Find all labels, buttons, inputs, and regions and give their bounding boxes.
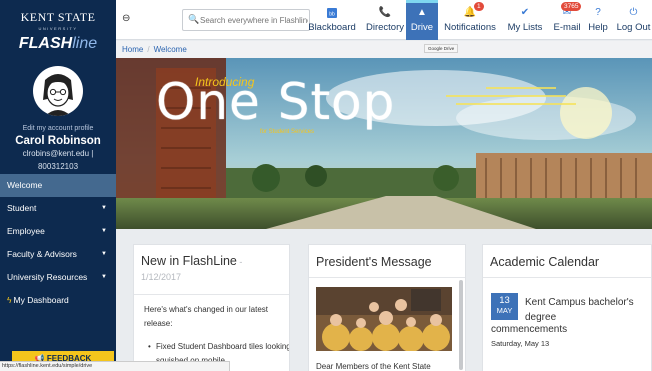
calendar-month: MAY [496,306,513,315]
sidebar-item-my-dashboard[interactable]: ϟ My Dashboard [0,289,116,312]
calendar-event-title[interactable]: Kent Campus bachelor's degree [525,295,643,325]
breadcrumb-separator: / [147,45,150,54]
caret-down-icon: ▼ [101,251,107,257]
kent-state-sub: UNIVERSITY [38,26,78,31]
nav-help[interactable]: ? Help [585,0,611,40]
nav-email[interactable]: ✉ 3765 E-mail [550,0,584,40]
search-box: 🔍 [182,9,310,31]
breadcrumb-current[interactable]: Welcome [154,45,187,54]
nav-label: Log Out [616,22,651,33]
breadcrumb-home[interactable]: Home [122,45,143,54]
nav-my-lists[interactable]: ✔ My Lists [502,0,548,40]
nav-label: Blackboard [308,22,356,33]
nav-drive[interactable]: ▲ Drive [406,0,438,40]
sidebar-item-label: University Resources [7,272,88,282]
blackboard-icon: bb [306,7,358,19]
sidebar-item-label: Employee [7,226,45,236]
nav-label: Directory [365,22,404,33]
kent-state-wordmark: KENT STATE [20,10,96,24]
bullet: • [148,342,151,351]
search-input[interactable] [200,13,308,28]
avatar-illustration [43,74,73,116]
banner-title: One Stop [156,73,396,131]
sidebar-nav: Welcome Student ▼ Employee ▼ Faculty & Adv… [0,174,116,312]
presidents-message-card: President's Message Dear Members of the … [308,244,466,371]
caret-down-icon: ▼ [101,205,107,211]
calendar-event-date: Saturday, May 13 [491,339,550,348]
banner-subtitle: for Student Services [260,129,315,135]
nav-label: E-mail [553,22,581,33]
academic-calendar-card: Academic Calendar 13 MAY Kent Campus bac… [482,244,652,371]
new-card-title-text: New in FlashLine [141,254,237,268]
user-email: clrobins@kent.edu | [22,149,94,158]
phone-icon: 📞 [378,7,392,18]
president-card-text: Dear Members of the Kent State [316,362,431,371]
nav-directory[interactable]: 📞 Directory [361,0,409,40]
sidebar-item-welcome[interactable]: Welcome [0,174,116,197]
sidebar-item-label: Welcome [7,180,43,190]
card-divider [483,277,651,278]
caret-down-icon: ▼ [101,274,107,280]
line-text: line [72,35,98,52]
nav-label: Help [588,22,608,33]
sidebar-item-label: My Dashboard [13,295,69,305]
sidebar-item-faculty-advisors[interactable]: Faculty & Advisors ▼ [0,243,116,266]
lightning-icon: ϟ [7,295,12,305]
new-card-title-sep: - [236,257,243,267]
user-id: 800312103 [37,162,79,171]
new-in-flashline-card: New in FlashLine - 1/12/2017 Here's what… [133,244,290,371]
menu-toggle-icon[interactable]: ⊖ [122,13,130,24]
user-name: Carol Robinson [15,135,101,147]
drive-icon: ▲ [417,7,427,18]
avatar[interactable] [33,66,83,116]
sidebar-item-university-resources[interactable]: University Resources ▼ [0,266,116,289]
sidebar-item-label: Student [7,203,37,213]
edit-profile-link[interactable]: Edit my account profile [0,125,116,132]
notifications-badge: 1 [474,2,484,11]
sidebar-item-employee[interactable]: Employee ▼ [0,220,116,243]
nav-label: Drive [410,22,434,33]
nav-label: My Lists [507,22,543,33]
hero-banner[interactable]: Introducing One Stop for Student Service… [116,58,652,229]
drive-tooltip: Google Drive [424,44,459,53]
nav-blackboard[interactable]: bb Blackboard [306,0,358,40]
email-badge: 3765 [561,2,582,11]
search-icon: 🔍 [188,14,200,24]
caret-down-icon: ▼ [101,228,107,234]
president-photo[interactable] [316,287,452,351]
new-card-text: Here's what's changed in our latest rele… [144,305,269,328]
sidebar-item-student[interactable]: Student ▼ [0,197,116,220]
card-divider [309,277,465,278]
nav-label: Notifications [444,22,496,33]
card-divider [134,294,289,295]
new-card-date: 1/12/2017 [141,272,182,282]
sidebar: KENT STATE UNIVERSITY FLASHline Edit my … [0,0,116,371]
flashline-logo[interactable]: KENT STATE UNIVERSITY FLASHline [0,0,116,62]
flashline-wordmark: FLASHline [0,35,116,53]
new-card-title: New in FlashLine - 1/12/2017 [141,254,289,284]
help-icon: ? [595,7,601,18]
nav-log-out[interactable]: ⏻ Log Out [615,0,652,40]
calendar-event-title-cont[interactable]: commencements [491,324,567,335]
sidebar-item-label: Faculty & Advisors [7,249,77,259]
breadcrumb: Home / Welcome [116,41,652,58]
nav-notifications[interactable]: 🔔 1 Notifications [440,0,500,40]
calendar-card-title: Academic Calendar [490,255,600,269]
president-card-title: President's Message [316,255,432,269]
scrollbar[interactable] [459,280,463,370]
calendar-day: 13 [499,295,510,306]
blackboard-icon-text: bb [329,12,335,18]
flash-text: FLASH [18,35,73,52]
check-icon: ✔ [520,7,530,18]
browser-status-bar: https://flashline.kent.edu/simple/drive [0,361,230,371]
power-icon: ⏻ [629,7,638,18]
top-bar: ⊖ 🔍 bb Blackboard 📞 Directory ▲ Drive 🔔 … [116,0,652,40]
calendar-date-badge: 13 MAY [491,293,518,320]
bell-icon: 🔔 [463,7,477,18]
